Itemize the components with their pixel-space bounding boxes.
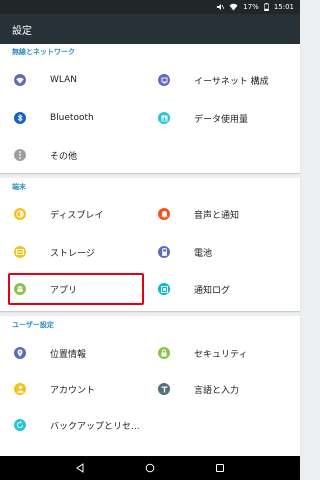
settings-item-label: その他 <box>50 151 78 162</box>
storage-icon <box>14 246 26 258</box>
settings-item-backup[interactable]: バックアップとリセ... <box>14 409 140 441</box>
back-button[interactable] <box>75 463 85 473</box>
settings-item-label: 電池 <box>194 248 213 259</box>
section-header-wireless: 無線とネットワーク <box>12 48 75 56</box>
ethernet-icon <box>158 74 170 86</box>
bluetooth-icon <box>14 112 26 124</box>
location-icon <box>14 347 26 359</box>
display-icon <box>14 208 26 220</box>
settings-item-more[interactable]: その他 <box>14 139 77 171</box>
settings-item-accounts[interactable]: アカウント <box>14 373 95 405</box>
settings-item-label: 言語と入力 <box>194 385 240 396</box>
settings-item-language[interactable]: 言語と入力 <box>158 373 239 405</box>
settings-item-bluetooth[interactable]: Bluetooth <box>14 102 94 134</box>
highlight-box <box>8 273 144 305</box>
person-icon <box>14 383 26 395</box>
section-header-device: 端末 <box>12 183 26 191</box>
settings-item-notification-log[interactable]: 通知ログ <box>158 273 230 305</box>
lock-icon <box>158 347 170 359</box>
page-title: 設定 <box>12 26 32 37</box>
wifi-signal-icon <box>229 3 238 11</box>
settings-item-label: バックアップとリセ... <box>50 421 140 432</box>
section-header-personal: ユーザー設定 <box>12 321 54 329</box>
settings-item-sound[interactable]: 音声と通知 <box>158 198 239 230</box>
settings-item-label: ディスプレイ <box>50 210 104 221</box>
settings-item-display[interactable]: ディスプレイ <box>14 198 103 230</box>
data-usage-icon <box>158 112 170 124</box>
settings-item-label: データ使用量 <box>194 114 249 125</box>
settings-item-wlan[interactable]: WLAN <box>14 64 77 96</box>
settings-item-storage[interactable]: ストレージ <box>14 236 95 268</box>
settings-item-label: セキュリティ <box>194 349 248 360</box>
settings-item-battery[interactable]: 電池 <box>158 236 212 268</box>
settings-item-data-usage[interactable]: データ使用量 <box>158 102 248 134</box>
settings-item-label: ストレージ <box>50 248 95 259</box>
home-button[interactable] <box>145 463 155 473</box>
battery-percent: 17% <box>243 3 259 11</box>
more-icon <box>14 149 26 161</box>
clock: 15:01 <box>273 3 294 11</box>
wifi-icon <box>14 74 26 86</box>
settings-item-security[interactable]: セキュリティ <box>158 337 247 369</box>
settings-item-label: WLAN <box>50 75 78 85</box>
settings-item-label: Bluetooth <box>50 113 94 123</box>
battery-status-icon <box>263 3 269 11</box>
action-bar: 設定 <box>0 14 300 44</box>
settings-item-label: 音声と通知 <box>194 210 240 221</box>
status-bar: 17% 15:01 <box>0 0 300 14</box>
settings-item-ethernet[interactable]: イーサネット 構成 <box>158 64 269 96</box>
section-personal: ユーザー設定 位置情報 セキュリティ アカウント 言語と入力 バックアップとリセ… <box>0 316 300 456</box>
section-wireless: 無線とネットワーク WLAN イーサネット 構成 Bluetooth データ使用… <box>0 44 300 173</box>
notification-log-icon <box>158 283 170 295</box>
recents-button[interactable] <box>215 463 225 473</box>
settings-item-location[interactable]: 位置情報 <box>14 337 86 369</box>
battery-icon <box>158 246 170 258</box>
settings-item-label: アカウント <box>50 385 96 396</box>
language-icon <box>158 383 170 395</box>
navigation-bar <box>0 456 300 480</box>
bell-icon <box>158 208 170 220</box>
mute-icon <box>216 3 225 11</box>
backup-icon <box>14 419 26 431</box>
settings-item-label: イーサネット 構成 <box>194 76 269 87</box>
settings-item-label: 位置情報 <box>50 349 87 360</box>
settings-item-label: 通知ログ <box>194 285 231 296</box>
